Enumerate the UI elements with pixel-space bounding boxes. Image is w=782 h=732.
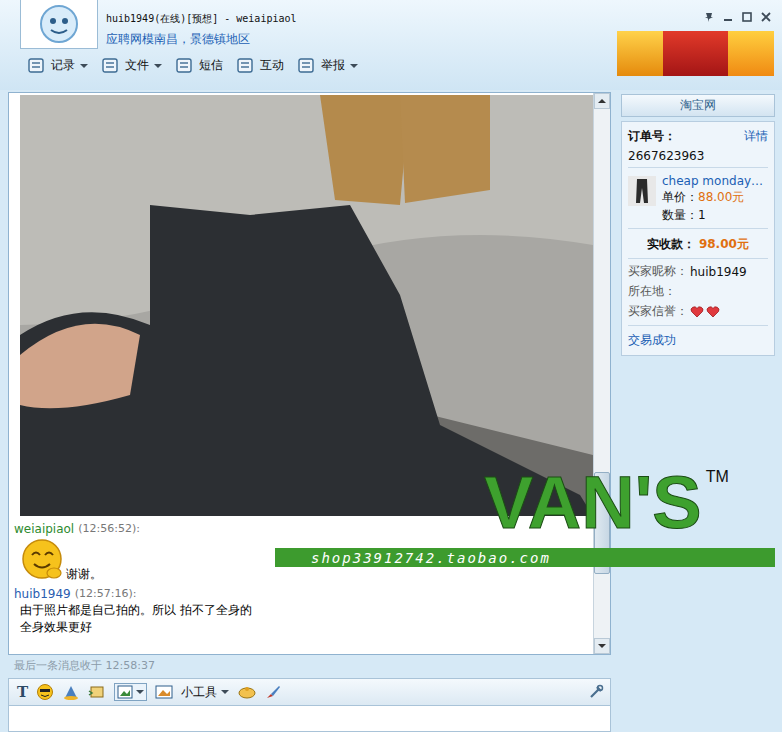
watermark-url: shop33912742.taobao.com: [311, 550, 551, 566]
magic-icon[interactable]: [62, 683, 80, 701]
dropdown-arrow-icon[interactable]: [136, 689, 144, 695]
message-text: 由于照片都是自己拍的。所以 拍不了全身的: [14, 602, 593, 619]
title-area: huib1949(在线)[预想] - weiaipiaol 应聘网模南昌，景德镇…: [0, 0, 782, 90]
image-icon[interactable]: [155, 684, 173, 700]
message-sender: weiaipiaol: [14, 521, 74, 537]
message-time: (12:56:52):: [78, 521, 140, 537]
message-input[interactable]: [8, 706, 611, 732]
message-history: weiaipiaol (12:56:52): 谢谢。 huib1949 (12:5…: [8, 92, 611, 655]
shared-photo[interactable]: [20, 95, 593, 516]
chat-window: huib1949(在线)[预想] - weiaipiaol 应聘网模南昌，景德镇…: [0, 0, 782, 732]
price-label: 单价：: [662, 190, 698, 204]
heart-icon: [690, 306, 704, 318]
product-photo-icon: [628, 176, 656, 206]
avatar[interactable]: [20, 0, 98, 49]
toolbar-button[interactable]: 互动: [237, 57, 284, 74]
scroll-down-icon[interactable]: [598, 643, 606, 649]
minimize-icon[interactable]: [722, 11, 734, 23]
heart-icon: [706, 306, 720, 318]
quantity-label: 数量：: [662, 208, 698, 222]
scroll-up-icon[interactable]: [598, 98, 606, 104]
dropdown-arrow-icon: [221, 689, 229, 695]
window-title: huib1949(在线)[预想] - weiaipiaol: [106, 12, 297, 26]
paid-label: 实收款：: [647, 237, 695, 251]
settings-icon[interactable]: [588, 684, 604, 700]
message-text: 谢谢。: [66, 566, 102, 583]
product-thumbnail[interactable]: [628, 176, 656, 206]
emoticon-icon[interactable]: [36, 683, 54, 701]
window-subtitle: 应聘网模南昌，景德镇地区: [106, 31, 297, 48]
message-sender: huib1949: [14, 586, 71, 602]
message-text: 全身效果更好: [14, 619, 593, 636]
close-icon[interactable]: [760, 11, 772, 23]
pin-icon[interactable]: [703, 11, 715, 23]
dropdown-arrow-icon[interactable]: [80, 63, 88, 69]
product-item[interactable]: cheap monday… 单价：88.00元 数量：1: [628, 172, 768, 229]
photo-image-icon: [20, 95, 593, 516]
input-toolbar: T 小工具: [8, 678, 611, 706]
order-panel: 淘宝网 订单号： 详情 2667623963 cheap monday… 单价：…: [621, 92, 775, 732]
scrollbar[interactable]: [593, 93, 610, 654]
last-received: 最后一条消息收于 12:58:37: [8, 655, 611, 676]
dropdown-arrow-icon[interactable]: [350, 63, 358, 69]
buyer-field: 买家昵称：huib1949: [628, 263, 768, 280]
details-link[interactable]: 详情: [744, 128, 768, 145]
tools-button[interactable]: 小工具: [181, 684, 229, 701]
quantity: 1: [698, 208, 706, 222]
dropdown-arrow-icon[interactable]: [154, 63, 162, 69]
bell-icon[interactable]: [237, 684, 257, 700]
order-label: 订单号：: [628, 128, 676, 145]
trade-status: 交易成功: [628, 330, 768, 351]
font-button[interactable]: T: [17, 683, 28, 701]
toolbar-icon: [237, 58, 255, 74]
toolbar-button[interactable]: 记录: [28, 57, 88, 74]
unit-price: 88.00元: [698, 190, 744, 204]
toolbar-icon: [298, 58, 316, 74]
order-number: 2667623963: [628, 149, 768, 168]
brush-icon[interactable]: [265, 684, 281, 700]
ad-banner[interactable]: [617, 31, 774, 76]
watermark-url-bar: shop33912742.taobao.com: [275, 548, 775, 567]
toolbar-icon: [176, 58, 194, 74]
screenshot-icon: [117, 685, 133, 699]
toolbar-icon: [102, 58, 120, 74]
toolbar-icon: [28, 58, 46, 74]
shake-icon[interactable]: [88, 683, 106, 701]
watermark-trademark: TM: [706, 460, 729, 486]
smiley-emoji-icon: [20, 537, 66, 583]
toolbar-button[interactable]: 文件: [102, 57, 162, 74]
buyer-reputation: 买家信誉：: [628, 303, 768, 320]
maximize-icon[interactable]: [741, 11, 753, 23]
shop-watermark: VAN'S TM: [484, 460, 729, 546]
panel-header: 淘宝网: [621, 94, 775, 117]
buyer-field: 所在地：: [628, 283, 768, 300]
screenshot-button[interactable]: [114, 683, 147, 701]
watermark-brand: VAN'S: [484, 460, 702, 546]
paid-amount: 98.00元: [699, 237, 749, 251]
qq-avatar-icon: [39, 4, 79, 44]
window-controls: [703, 0, 774, 23]
toolbar-button[interactable]: 短信: [176, 57, 223, 74]
toolbar: 记录 文件 短信 互动 举报: [0, 49, 358, 74]
message-time: (12:57:16):: [75, 586, 137, 602]
chat-message: huib1949 (12:57:16): 由于照片都是自己拍的。所以 拍不了全身…: [14, 586, 593, 636]
product-name[interactable]: cheap monday…: [662, 174, 763, 188]
toolbar-button[interactable]: 举报: [298, 57, 358, 74]
